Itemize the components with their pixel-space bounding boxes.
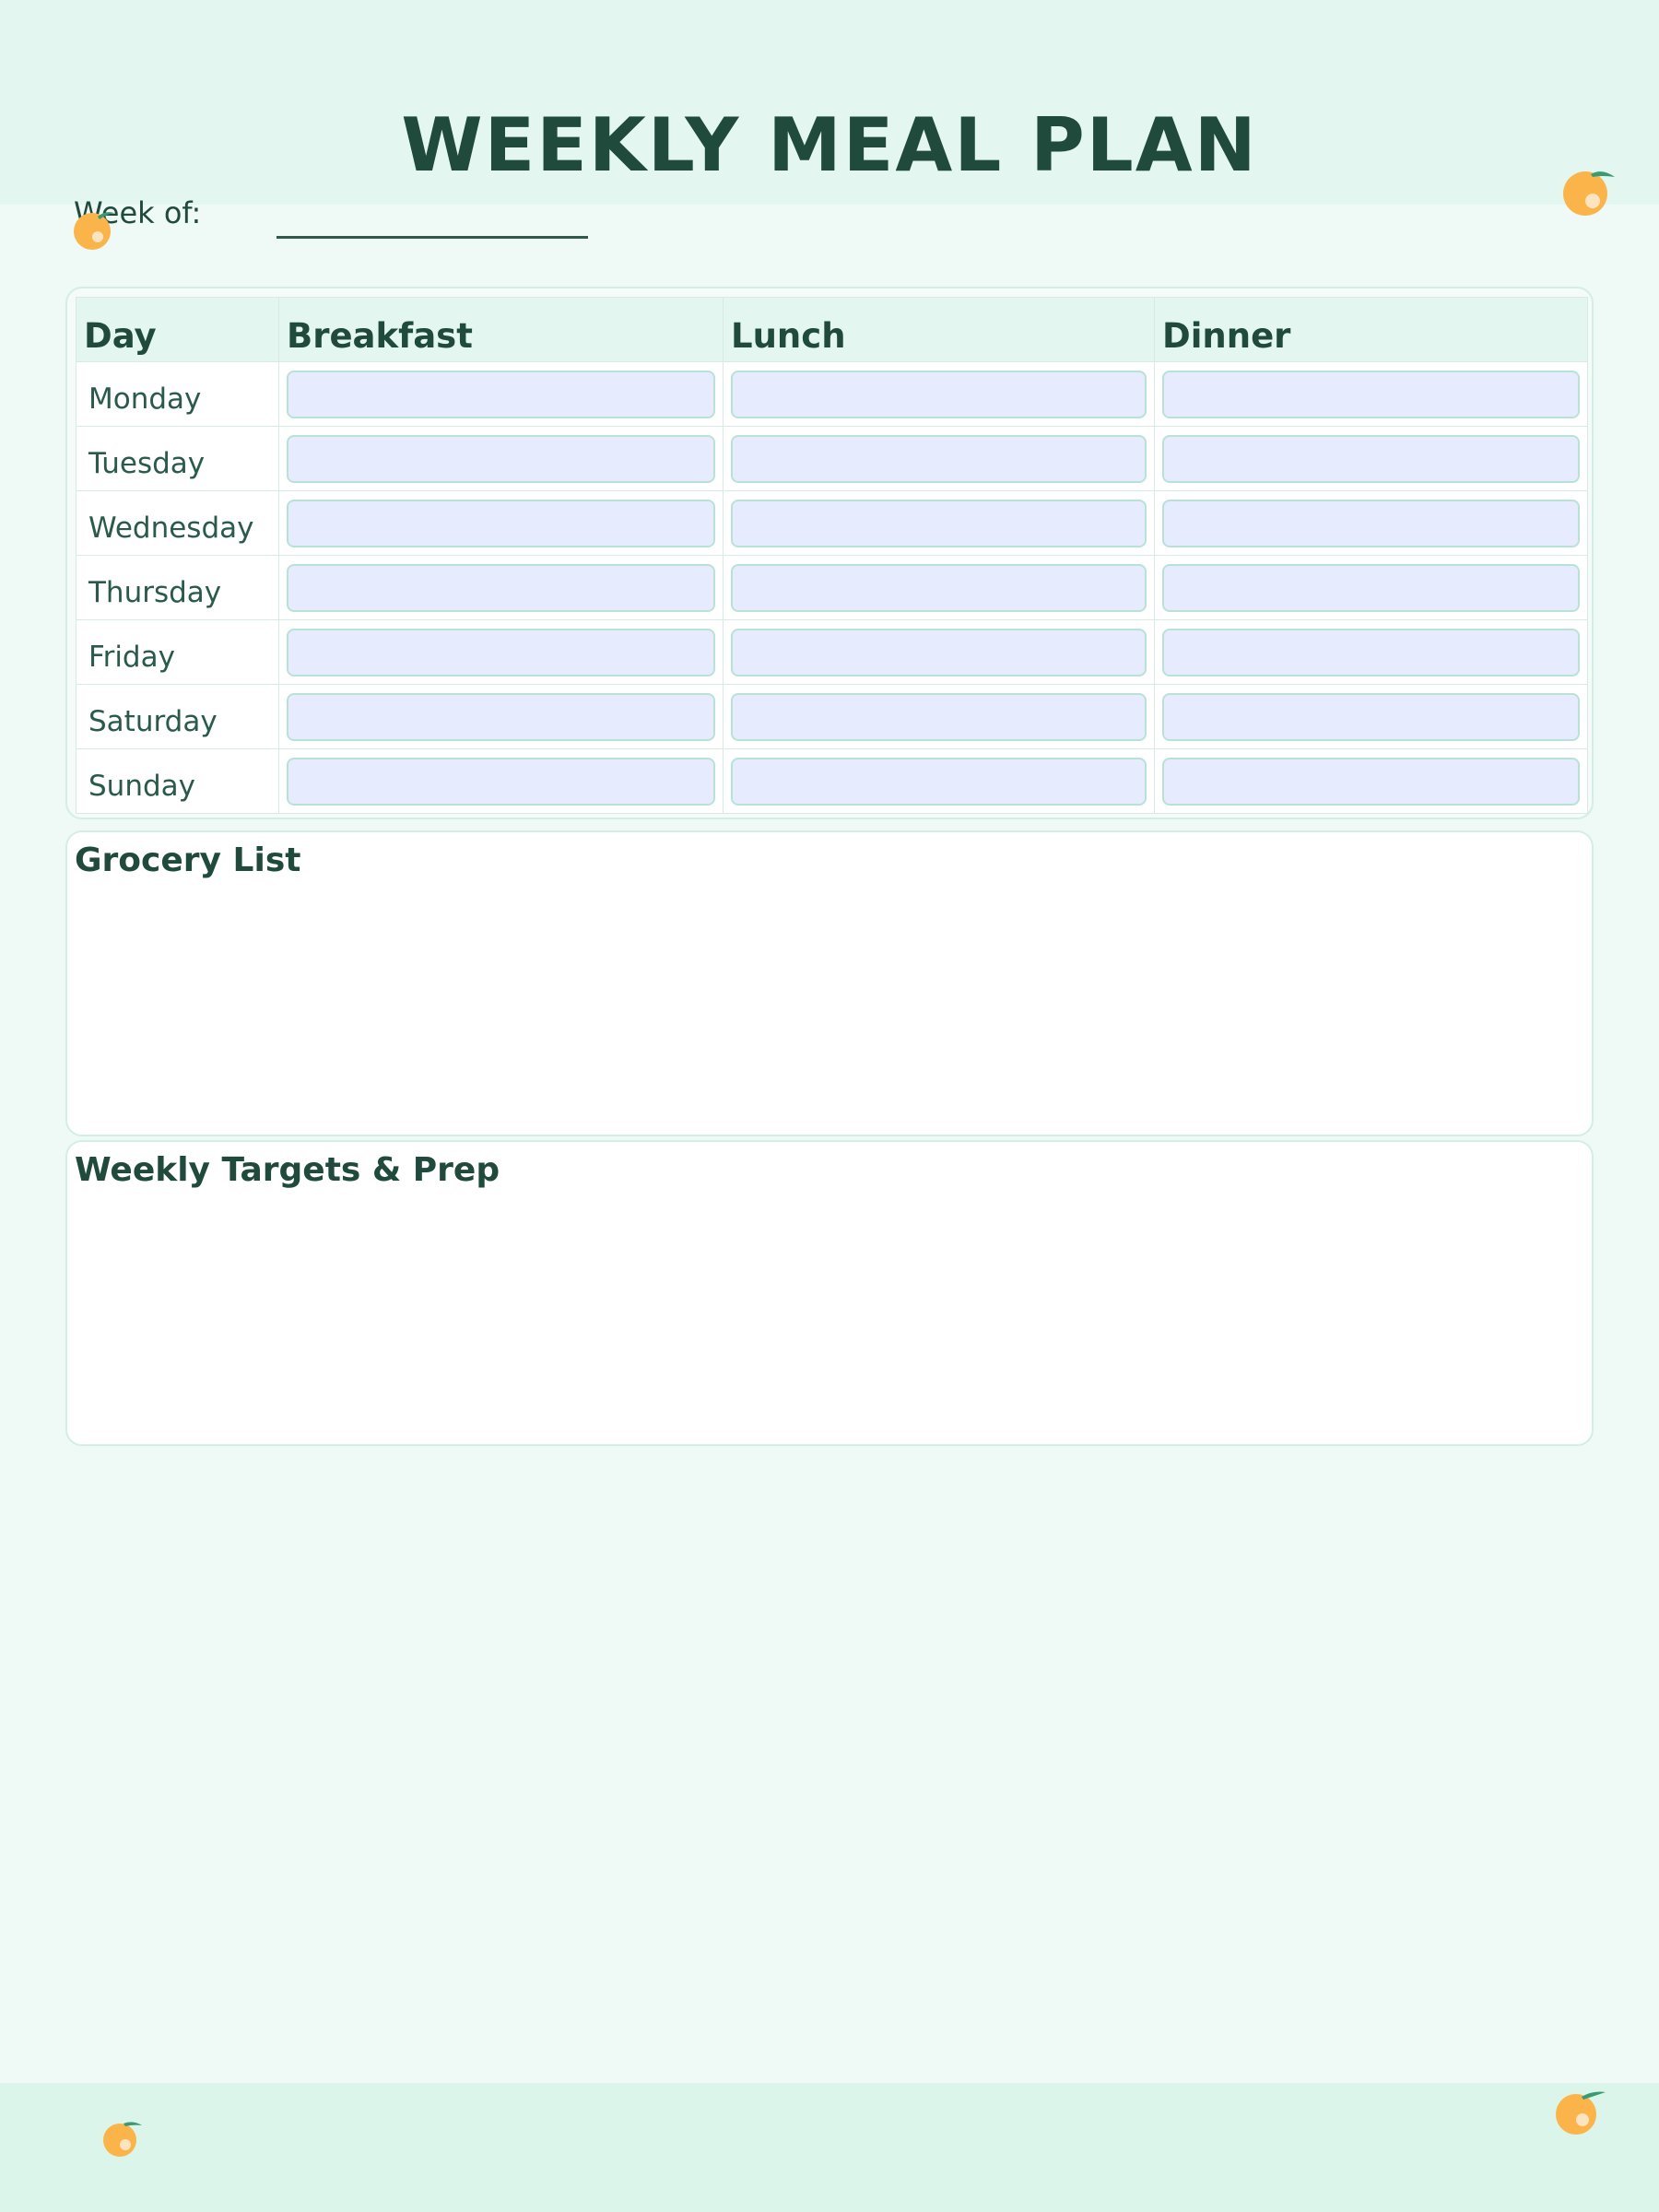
- breakfast-input[interactable]: [287, 628, 715, 677]
- day-label: Sunday: [76, 748, 279, 814]
- table-row: Sunday: [76, 748, 1588, 814]
- orange-icon: [1556, 2091, 1606, 2135]
- meal-table: Day Breakfast Lunch Dinner Monday Tuesda…: [76, 297, 1588, 814]
- orange-icon: [74, 212, 114, 250]
- lunch-input[interactable]: [731, 370, 1147, 418]
- dinner-input[interactable]: [1162, 434, 1580, 483]
- dinner-input[interactable]: [1162, 563, 1580, 612]
- orange-icon: [1563, 171, 1615, 216]
- table-row: Friday: [76, 619, 1588, 685]
- weekly-targets-panel[interactable]: Weekly Targets & Prep: [65, 1140, 1594, 1446]
- meal-table-panel: Day Breakfast Lunch Dinner Monday Tuesda…: [65, 287, 1594, 819]
- day-label: Monday: [76, 361, 279, 427]
- lunch-input[interactable]: [731, 434, 1147, 483]
- footer-band: [0, 2083, 1659, 2212]
- breakfast-input[interactable]: [287, 370, 715, 418]
- breakfast-input[interactable]: [287, 692, 715, 741]
- lunch-input[interactable]: [731, 499, 1147, 547]
- day-label: Thursday: [76, 555, 279, 620]
- lunch-input[interactable]: [731, 757, 1147, 806]
- column-header-day: Day: [76, 297, 279, 362]
- day-label: Wednesday: [76, 490, 279, 556]
- table-row: Tuesday: [76, 426, 1588, 491]
- dinner-input[interactable]: [1162, 628, 1580, 677]
- table-row: Monday: [76, 361, 1588, 427]
- day-label: Friday: [76, 619, 279, 685]
- table-row: Saturday: [76, 684, 1588, 749]
- breakfast-input[interactable]: [287, 499, 715, 547]
- table-row: Thursday: [76, 555, 1588, 620]
- day-label: Saturday: [76, 684, 279, 749]
- dinner-input[interactable]: [1162, 370, 1580, 418]
- column-header-breakfast: Breakfast: [278, 297, 724, 362]
- breakfast-input[interactable]: [287, 757, 715, 806]
- lunch-input[interactable]: [731, 628, 1147, 677]
- breakfast-input[interactable]: [287, 563, 715, 612]
- lunch-input[interactable]: [731, 563, 1147, 612]
- orange-icon: [103, 2122, 142, 2157]
- page-title: WEEKLY MEAL PLAN: [401, 102, 1258, 188]
- lunch-input[interactable]: [731, 692, 1147, 741]
- dinner-input[interactable]: [1162, 499, 1580, 547]
- table-header-row: Day Breakfast Lunch Dinner: [76, 297, 1588, 362]
- table-row: Wednesday: [76, 490, 1588, 556]
- weekly-targets-title: Weekly Targets & Prep: [75, 1151, 500, 1189]
- dinner-input[interactable]: [1162, 757, 1580, 806]
- column-header-lunch: Lunch: [723, 297, 1155, 362]
- breakfast-input[interactable]: [287, 434, 715, 483]
- column-header-dinner: Dinner: [1154, 297, 1588, 362]
- week-of-field[interactable]: [276, 236, 588, 239]
- grocery-list-panel[interactable]: Grocery List: [65, 830, 1594, 1136]
- dinner-input[interactable]: [1162, 692, 1580, 741]
- day-label: Tuesday: [76, 426, 279, 491]
- grocery-list-title: Grocery List: [75, 841, 301, 879]
